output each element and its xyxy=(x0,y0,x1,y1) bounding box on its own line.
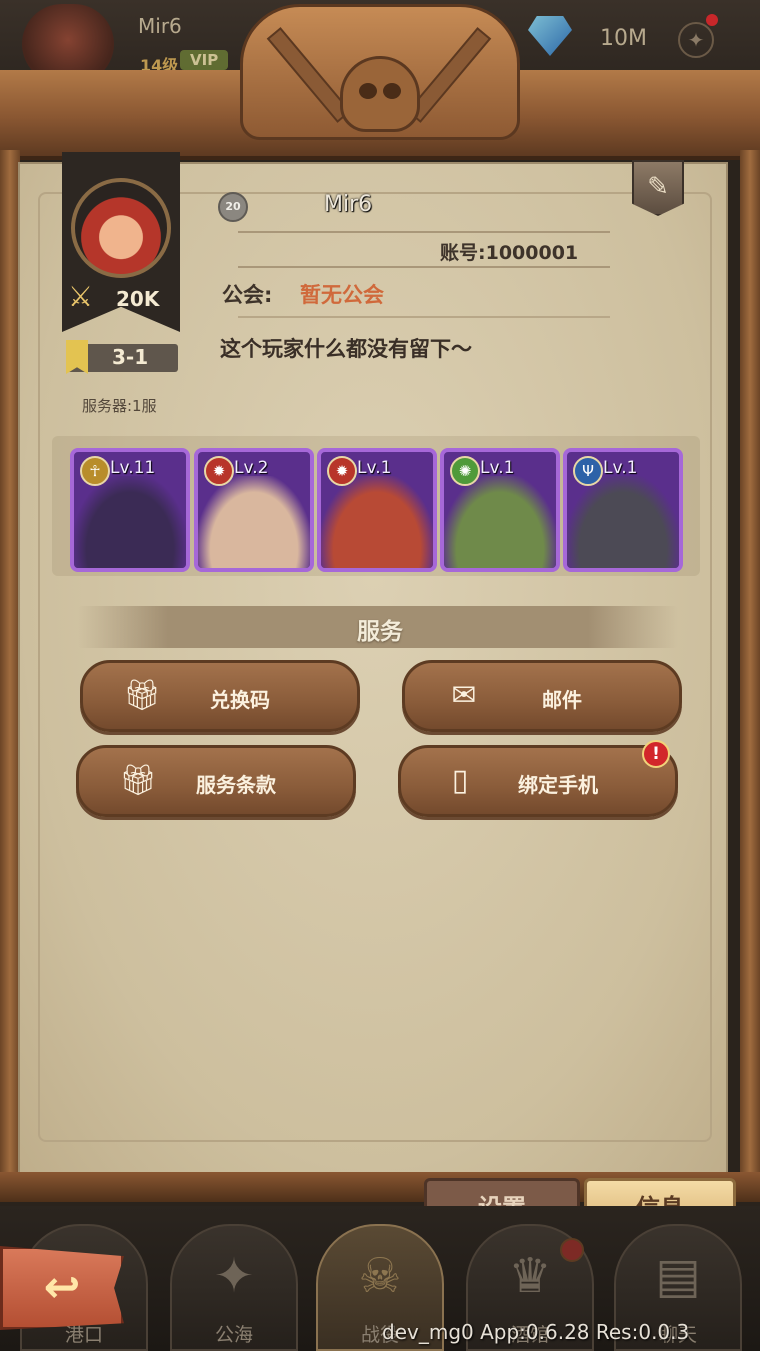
hud-player-name: Mir6 xyxy=(138,14,182,38)
hero-card[interactable]: ✺ Lv.1 xyxy=(440,448,560,572)
hero-portrait xyxy=(321,476,433,568)
hero-level: Lv.1 xyxy=(357,458,392,478)
trident-icon: Ψ xyxy=(573,456,603,486)
player-name: Mir6 xyxy=(324,192,373,217)
back-button[interactable]: ↩ xyxy=(0,1246,124,1330)
pencil-icon: ✎ xyxy=(647,172,669,202)
nav-label: 公海 xyxy=(214,1324,253,1346)
hero-card[interactable]: ☥ Lv.11 xyxy=(70,448,190,572)
compass-icon[interactable]: ✦ xyxy=(678,14,718,58)
player-level-badge: 20 xyxy=(218,192,248,222)
frame-right xyxy=(740,150,760,1180)
envelope-icon: ✉ xyxy=(451,678,477,713)
stage-progress: 3-1 xyxy=(112,345,149,369)
debug-version-info: dev_mg0 App:0.6.28 Res:0.0.3 xyxy=(382,1320,690,1344)
wolf-icon: ✺ xyxy=(450,456,480,486)
diamond-icon xyxy=(528,16,572,56)
hud-vip-badge[interactable]: VIP xyxy=(180,50,229,70)
redeem-code-label: 兑换码 xyxy=(210,688,270,712)
terms-label: 服务条款 xyxy=(196,773,276,797)
guild-label: 公会: xyxy=(222,283,273,307)
mail-button[interactable]: ✉ 邮件 xyxy=(402,660,682,732)
hero-card[interactable]: Ψ Lv.1 xyxy=(563,448,683,572)
mail-label: 邮件 xyxy=(542,688,582,712)
phoenix-icon: ✹ xyxy=(204,456,234,486)
nav-high-seas[interactable]: ✦ 公海 xyxy=(170,1224,298,1351)
terms-button[interactable]: 🎁︎ 服务条款 xyxy=(76,745,356,817)
alert-badge-icon: ! xyxy=(642,740,670,768)
compass-rose-icon: ✦ xyxy=(213,1248,255,1304)
phoenix-icon: ✹ xyxy=(327,456,357,486)
gift-icon: 🎁︎ xyxy=(123,678,162,713)
services-title: 服务 xyxy=(357,619,403,645)
phone-icon: ▯ xyxy=(451,763,469,798)
crossed-swords-icon: ⚔ xyxy=(68,280,94,313)
divider xyxy=(238,316,610,318)
hero-portrait xyxy=(198,476,310,568)
player-bio[interactable]: 这个玩家什么都没有留下～ xyxy=(220,333,472,363)
frame-left xyxy=(0,150,20,1180)
chat-icon: ▤ xyxy=(655,1248,701,1304)
hero-level: Lv.11 xyxy=(110,458,156,478)
account-id: 账号:1000001 xyxy=(440,242,579,264)
pirate-skull-icon: ☠ xyxy=(358,1248,402,1304)
skull-icon xyxy=(340,56,420,132)
hero-portrait xyxy=(74,476,186,568)
hero-portrait xyxy=(444,476,556,568)
notification-dot-icon xyxy=(560,1238,584,1262)
bind-phone-button[interactable]: ▯ 绑定手机 xyxy=(398,745,678,817)
divider xyxy=(238,266,610,268)
divider xyxy=(238,231,610,233)
gift-icon: 🎁︎ xyxy=(119,763,158,798)
return-arrow-icon: ↩ xyxy=(43,1262,81,1313)
player-avatar[interactable] xyxy=(71,178,171,278)
combat-power: 20K xyxy=(116,287,160,311)
redeem-code-button[interactable]: 🎁︎ 兑换码 xyxy=(80,660,360,732)
hero-portrait xyxy=(567,476,679,568)
hero-card[interactable]: ✹ Lv.1 xyxy=(317,448,437,572)
server-label: 服务器:1服 xyxy=(82,397,157,415)
hero-card[interactable]: ✹ Lv.2 xyxy=(194,448,314,572)
hero-level: Lv.2 xyxy=(234,458,269,478)
guild-value: 暂无公会 xyxy=(300,283,384,307)
hud-diamond-count: 10M xyxy=(600,26,647,51)
ankh-icon: ☥ xyxy=(80,456,110,486)
hero-level: Lv.1 xyxy=(480,458,515,478)
hero-level: Lv.1 xyxy=(603,458,638,478)
bind-phone-label: 绑定手机 xyxy=(518,773,598,797)
